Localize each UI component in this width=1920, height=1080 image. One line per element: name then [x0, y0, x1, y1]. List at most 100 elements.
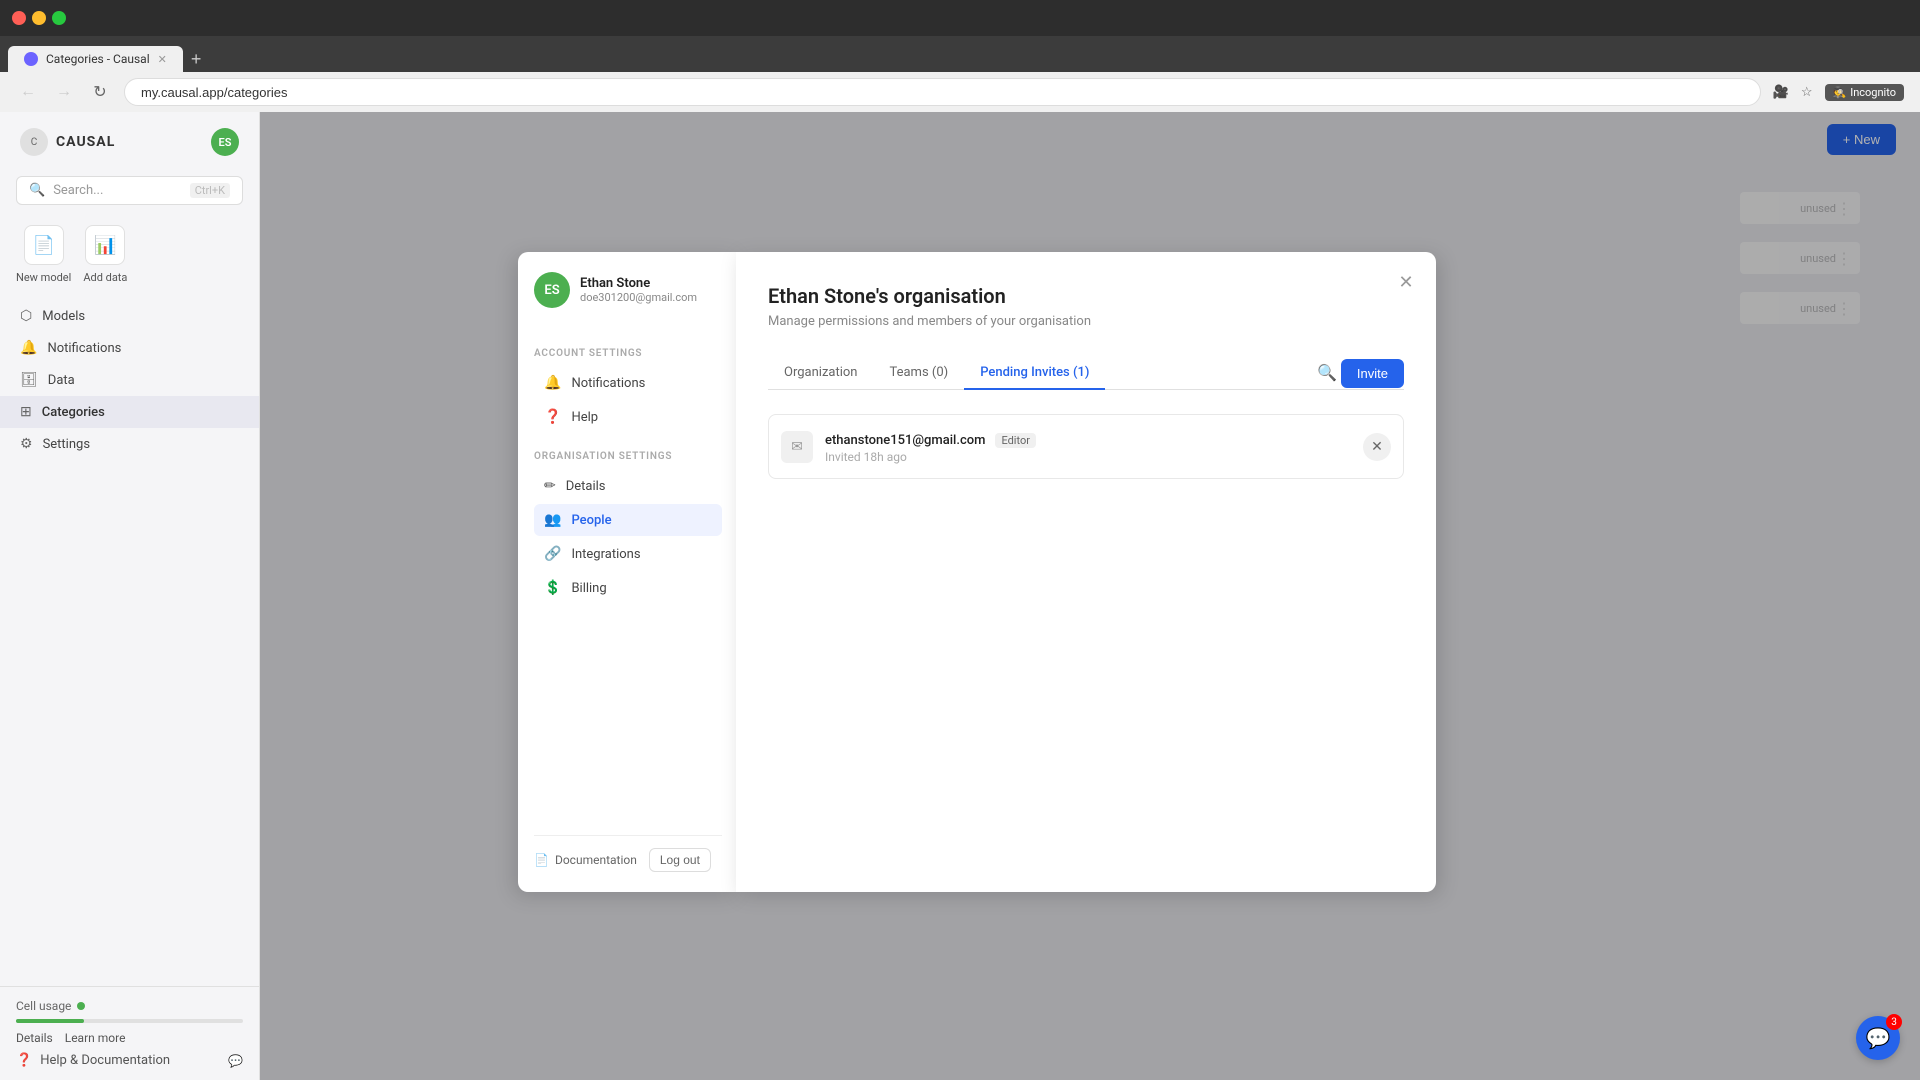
panel-nav-people[interactable]: 👥 People — [534, 504, 722, 536]
account-user-name: Ethan Stone — [580, 276, 697, 291]
url-input[interactable] — [124, 78, 1761, 106]
add-data-label: Add data — [83, 271, 127, 284]
invite-email-icon: ✉ — [781, 431, 813, 463]
usage-bar — [16, 1019, 243, 1023]
logout-button[interactable]: Log out — [649, 848, 711, 872]
documentation-label: Documentation — [555, 853, 637, 867]
sidebar-item-categories-label: Categories — [42, 405, 105, 420]
sidebar-links: Details Learn more — [16, 1031, 243, 1045]
browser-window-controls — [0, 0, 1920, 36]
new-model-icon: 📄 — [24, 225, 64, 265]
panel-nav-people-label: People — [571, 513, 611, 528]
sidebar-item-settings[interactable]: ⚙ Settings — [0, 428, 259, 460]
invite-button[interactable]: Invite — [1341, 359, 1404, 388]
account-user-details: Ethan Stone doe301200@gmail.com — [580, 276, 697, 304]
back-button[interactable]: ← — [16, 80, 40, 104]
bell-icon: 🔔 — [544, 375, 561, 391]
invite-role-badge: Editor — [995, 433, 1036, 448]
help-icon: ❓ — [16, 1053, 32, 1068]
maximize-window-button[interactable] — [52, 11, 66, 25]
invite-email: ethanstone151@gmail.com — [825, 433, 985, 448]
sidebar-item-notifications-label: Notifications — [47, 341, 121, 356]
cell-usage-label: Cell usage — [16, 999, 243, 1013]
documentation-link[interactable]: 📄 Documentation — [534, 853, 637, 867]
cell-usage-indicator — [77, 1002, 85, 1010]
close-window-button[interactable] — [12, 11, 26, 25]
doc-icon: 📄 — [534, 853, 549, 867]
panel-bottom: 📄 Documentation Log out — [534, 835, 722, 872]
logo-icon: C — [20, 128, 48, 156]
tab-pending-invites[interactable]: Pending Invites (1) — [964, 357, 1105, 390]
invite-row: ✉ ethanstone151@gmail.com Editor Invited… — [768, 414, 1404, 479]
modal-search-button[interactable]: 🔍 — [1313, 359, 1341, 387]
tab-teams[interactable]: Teams (0) — [873, 357, 964, 390]
logo-area: C CAUSAL — [20, 128, 115, 156]
people-icon: 👥 — [544, 512, 561, 528]
modal-tabs: Organization Teams (0) Pending Invites (… — [768, 357, 1404, 390]
quick-action-add-data[interactable]: 📊 Add data — [83, 225, 127, 284]
panel-nav-help[interactable]: ❓ Help — [534, 401, 722, 433]
sidebar-item-data[interactable]: 🗄 Data — [0, 364, 259, 396]
minimize-window-button[interactable] — [32, 11, 46, 25]
models-icon: ⬡ — [20, 308, 32, 324]
new-tab-button[interactable]: + — [183, 49, 210, 70]
main-content: + New unused ⋮ unused ⋮ unused ⋮ ES Etha… — [260, 112, 1920, 1080]
logo-text: CAUSAL — [56, 134, 115, 150]
address-bar: ← → ↻ 🎥 ☆ 🕵 Incognito — [0, 72, 1920, 112]
settings-icon: ⚙ — [20, 436, 33, 452]
sidebar: C CAUSAL ES 🔍 Search... Ctrl+K 📄 New mod… — [0, 112, 260, 1080]
sidebar-header: C CAUSAL ES — [0, 112, 259, 172]
reload-button[interactable]: ↻ — [88, 80, 112, 104]
sidebar-item-categories[interactable]: ⊞ Categories — [0, 396, 259, 428]
panel-nav-details-label: Details — [566, 479, 606, 494]
org-settings-label: ORGANISATION SETTINGS — [534, 451, 722, 462]
search-placeholder: Search... — [53, 183, 103, 198]
new-model-label: New model — [16, 271, 71, 284]
incognito-icon: 🕵 — [1833, 86, 1847, 99]
search-bar[interactable]: 🔍 Search... Ctrl+K — [16, 176, 243, 205]
sidebar-bottom: Cell usage Details Learn more ❓ Help & D… — [0, 986, 259, 1080]
chat-bubble[interactable]: 💬 3 — [1856, 1016, 1900, 1060]
sidebar-item-models[interactable]: ⬡ Models — [0, 300, 259, 332]
quick-action-new-model[interactable]: 📄 New model — [16, 225, 71, 284]
data-icon: 🗄 — [20, 372, 38, 388]
user-avatar[interactable]: ES — [211, 128, 239, 156]
details-link[interactable]: Details — [16, 1031, 53, 1045]
tab-close-icon[interactable]: ✕ — [158, 53, 167, 66]
panel-nav-notifications[interactable]: 🔔 Notifications — [534, 367, 722, 399]
forward-button[interactable]: → — [52, 80, 76, 104]
learn-more-link[interactable]: Learn more — [65, 1031, 126, 1045]
tab-organization[interactable]: Organization — [768, 357, 873, 390]
camera-icon: 🎥 — [1773, 85, 1789, 100]
usage-fill — [16, 1019, 84, 1023]
modal-subtitle: Manage permissions and members of your o… — [768, 314, 1404, 329]
modal-close-button[interactable]: ✕ — [1392, 268, 1420, 296]
account-settings-label: ACCOUNT SETTINGS — [534, 348, 722, 359]
panel-nav-integrations-label: Integrations — [571, 547, 640, 562]
invite-info: ethanstone151@gmail.com Editor Invited 1… — [825, 429, 1351, 464]
search-shortcut: Ctrl+K — [190, 183, 230, 198]
search-icon: 🔍 — [29, 183, 45, 198]
panel-nav-details[interactable]: ✏ Details — [534, 470, 722, 502]
help-circle-icon: ❓ — [544, 409, 561, 425]
edit-icon: ✏ — [544, 478, 556, 494]
add-data-icon: 📊 — [85, 225, 125, 265]
notifications-icon: 🔔 — [20, 340, 37, 356]
main-modal: ✕ Ethan Stone's organisation Manage perm… — [736, 252, 1436, 892]
help-documentation[interactable]: ❓ Help & Documentation 💬 — [16, 1053, 243, 1068]
account-avatar: ES — [534, 272, 570, 308]
tab-favicon — [24, 52, 38, 66]
app-container: C CAUSAL ES 🔍 Search... Ctrl+K 📄 New mod… — [0, 112, 1920, 1080]
active-tab[interactable]: Categories - Causal ✕ — [8, 46, 183, 72]
panel-nav-integrations[interactable]: 🔗 Integrations — [534, 538, 722, 570]
account-panel: ES Ethan Stone doe301200@gmail.com ACCOU… — [518, 252, 738, 892]
chat-icon: 💬 — [228, 1054, 243, 1068]
bookmark-icon[interactable]: ☆ — [1801, 85, 1813, 100]
invite-action-button[interactable]: ✕ — [1363, 433, 1391, 461]
sidebar-item-notifications[interactable]: 🔔 Notifications — [0, 332, 259, 364]
help-label: Help & Documentation — [40, 1053, 170, 1068]
window-controls[interactable] — [12, 11, 66, 25]
account-user-email: doe301200@gmail.com — [580, 291, 697, 304]
account-user-info: ES Ethan Stone doe301200@gmail.com — [534, 272, 722, 324]
panel-nav-billing[interactable]: 💲 Billing — [534, 572, 722, 604]
